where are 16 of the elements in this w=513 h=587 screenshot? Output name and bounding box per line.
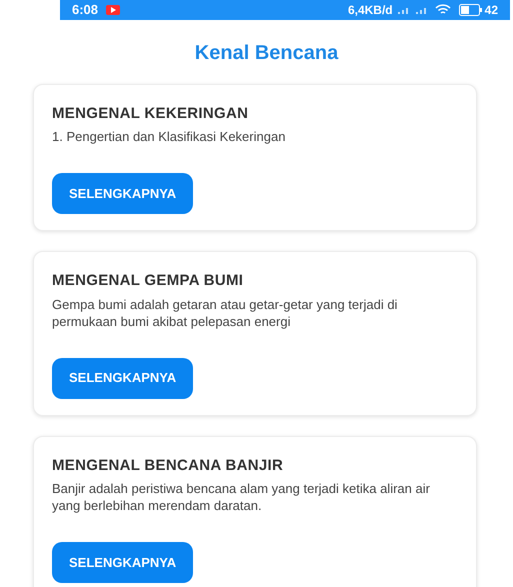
card-description: 1. Pengertian dan Klasifikasi Kekeringan	[52, 128, 286, 145]
battery-icon	[458, 4, 483, 16]
more-button[interactable]: SELENGKAPNYA	[52, 173, 194, 214]
more-button[interactable]: SELENGKAPNYA	[52, 542, 194, 583]
page-title: Kenal Bencana	[194, 40, 340, 66]
network-speed: 6,4KB/d	[348, 2, 393, 19]
card-title: MENGENAL BENCANA BANJIR	[52, 456, 284, 476]
card-description: Gempa bumi adalah getaran atau getar-getar yang terjadi di permukaan bumi akibat pelepasan energi	[52, 296, 398, 330]
card-title: MENGENAL KEKERINGAN	[52, 104, 250, 124]
video-notification-icon	[106, 4, 120, 15]
battery-level: 42	[484, 2, 498, 19]
more-button[interactable]: SELENGKAPNYA	[52, 358, 194, 398]
card-title: MENGENAL GEMPA BUMI	[52, 271, 244, 291]
wifi-icon	[434, 4, 451, 16]
status-time: 6:08	[72, 1, 98, 19]
card-description: Banjir adalah peristiwa bencana alam yang terjadi ketika aliran air yang berlebihan merendam daratan.	[52, 480, 431, 514]
